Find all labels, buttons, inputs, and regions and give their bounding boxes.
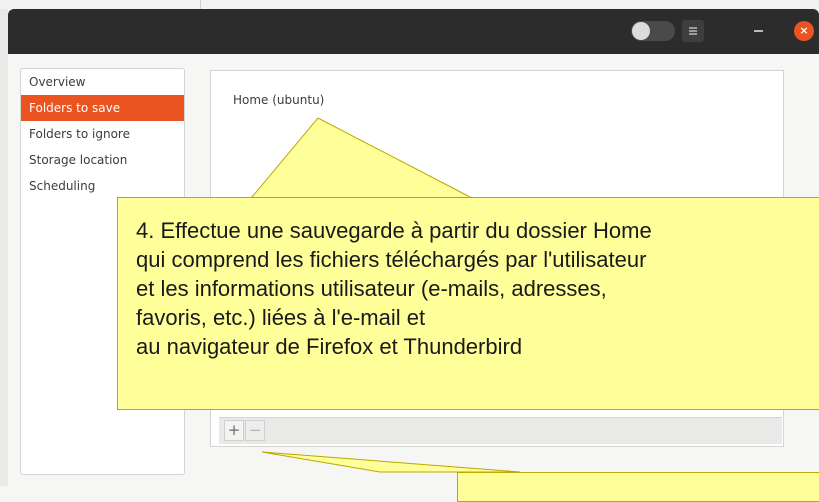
minimize-icon[interactable] [754,30,763,32]
sidebar-item-scheduling[interactable]: Scheduling [21,173,184,199]
annotation-callout: 4. Effectue une sauvegarde à partir du d… [117,197,819,410]
remove-folder-button[interactable]: − [245,420,265,441]
list-toolbar: + − [219,417,782,444]
add-folder-button[interactable]: + [224,420,244,441]
toggle-knob [632,22,650,40]
annotation-callout-secondary [457,472,819,502]
sidebar-item-folders-to-ignore[interactable]: Folders to ignore [21,121,184,147]
titlebar: × [8,9,819,54]
sidebar-item-storage-location[interactable]: Storage location [21,147,184,173]
hamburger-menu-icon[interactable] [682,20,704,42]
sidebar-item-overview[interactable]: Overview [21,69,184,95]
list-item[interactable]: Home (ubuntu) [233,93,324,107]
toggle-switch-icon[interactable] [631,21,675,41]
background-divider [200,0,201,9]
sidebar-item-folders-to-save[interactable]: Folders to save [21,95,184,121]
menu-bars [689,27,697,35]
close-icon[interactable]: × [794,21,814,41]
